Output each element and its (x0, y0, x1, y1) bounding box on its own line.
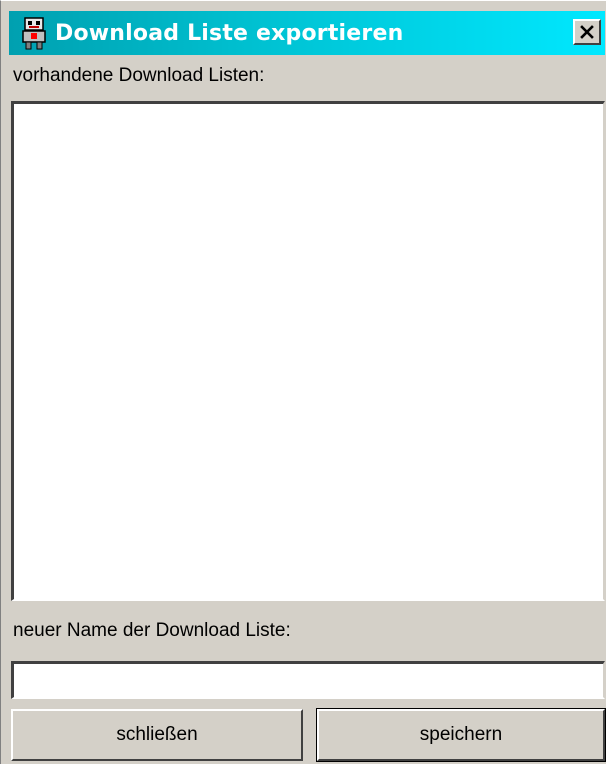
robot-app-icon (22, 17, 46, 50)
existing-lists-listbox[interactable] (11, 101, 605, 601)
save-button[interactable]: speichern (316, 708, 606, 762)
close-button[interactable]: schließen (11, 709, 303, 761)
window-title: Download Liste exportieren (55, 20, 404, 46)
new-name-input[interactable] (11, 661, 605, 699)
existing-lists-label: vorhandene Download Listen: (13, 65, 265, 86)
close-window-button[interactable] (573, 19, 601, 45)
new-name-label: neuer Name der Download Liste: (13, 620, 291, 641)
title-bar[interactable]: Download Liste exportieren (9, 11, 605, 55)
export-download-list-dialog: Download Liste exportieren vorhandene Do… (0, 0, 606, 764)
close-icon (580, 25, 594, 39)
